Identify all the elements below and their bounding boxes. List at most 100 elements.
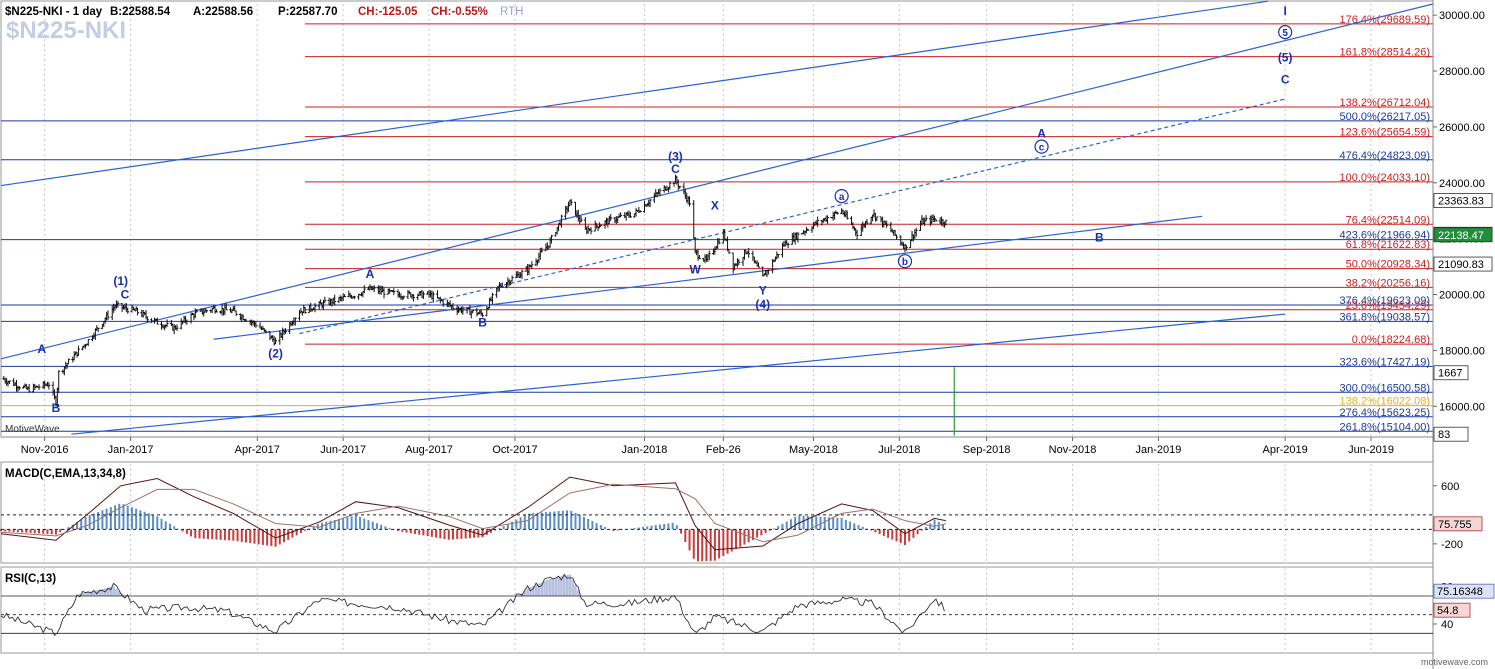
macd-histogram-bar	[671, 522, 674, 530]
symbol-watermark: $N225-NKI	[6, 17, 126, 44]
y-tick-label: 20000.00	[1439, 290, 1485, 302]
rsi-overbought-fill	[115, 588, 118, 596]
wave-label: b	[902, 257, 908, 268]
macd-histogram-bar	[25, 529, 28, 533]
macd-histogram-bar	[680, 529, 683, 534]
macd-histogram-bar	[587, 518, 590, 530]
wave-label: (2)	[268, 346, 283, 360]
macd-histogram-bar	[168, 523, 171, 530]
fib-level-label: 76.4%(22514.09)	[1346, 214, 1430, 226]
macd-histogram-bar	[422, 529, 425, 536]
macd-histogram-bar	[236, 529, 239, 542]
price-box-label: 22138.47	[1438, 230, 1484, 242]
macd-histogram-bar	[261, 529, 264, 545]
macd-histogram-bar	[232, 529, 235, 541]
macd-histogram-bar	[481, 529, 484, 538]
macd-histogram-bar	[895, 529, 898, 542]
macd-histogram-bar	[840, 518, 843, 530]
macd-histogram-bar	[473, 529, 476, 538]
macd-histogram-bar	[916, 529, 919, 535]
x-tick-label: Feb-26	[706, 444, 741, 456]
macd-histogram-bar	[764, 529, 767, 534]
macd-histogram-bar	[211, 529, 214, 540]
y-tick-label: 30000.00	[1439, 10, 1485, 22]
macd-histogram-bar	[878, 529, 881, 535]
macd-histogram-bar	[409, 529, 412, 534]
macd-histogram-bar	[663, 523, 666, 530]
macd-histogram-bar	[646, 526, 649, 530]
macd-histogram-bar	[215, 529, 218, 540]
y-tick-label: 24000.00	[1439, 178, 1485, 190]
macd-histogram-bar	[59, 529, 62, 533]
macd-histogram-bar	[591, 520, 594, 530]
macd-histogram-bar	[50, 529, 53, 535]
x-tick-label: Jul-2018	[878, 444, 920, 456]
macd-title: MACD(C,EMA,13,34,8)	[5, 468, 126, 480]
macd-histogram-bar	[105, 508, 108, 530]
wave-label: C	[671, 162, 680, 176]
macd-histogram-bar	[33, 529, 36, 534]
macd-histogram-bar	[739, 529, 742, 547]
macd-histogram-bar	[253, 529, 256, 544]
macd-histogram-bar	[337, 519, 340, 530]
fib-level-label: 161.8%(28514.26)	[1339, 47, 1430, 59]
macd-histogram-bar	[122, 504, 125, 530]
macd-histogram-bar	[553, 511, 556, 530]
price-box-label: 83	[1438, 429, 1450, 441]
x-tick-label: Nov-2018	[1049, 444, 1097, 456]
macd-histogram-bar	[84, 517, 87, 530]
wave-label: C	[1281, 72, 1290, 86]
macd-histogram-bar	[713, 529, 716, 561]
macd-histogram-bar	[156, 516, 159, 530]
price-box-label: 21090.83	[1438, 259, 1484, 271]
macd-value-label: 75.755	[1438, 519, 1472, 531]
rsi-overbought-fill	[112, 586, 115, 596]
rsi-overbought-fill	[84, 592, 87, 596]
macd-histogram-bar	[164, 521, 167, 530]
x-tick-label: Apr-2017	[235, 444, 280, 456]
fib-level-label: 138.2%(26712.04)	[1339, 97, 1430, 109]
macd-histogram-bar	[574, 512, 577, 530]
wave-label: A	[37, 342, 46, 356]
fib-level-label: 23.6%(19454.29)	[1346, 300, 1430, 312]
macd-histogram-bar	[249, 529, 252, 544]
macd-histogram-bar	[523, 515, 526, 530]
macd-histogram-bar	[375, 523, 378, 530]
macd-histogram-bar	[447, 529, 450, 540]
wave-label: B	[52, 401, 61, 415]
header-ask: A:22588.56	[193, 6, 253, 18]
macd-histogram-bar	[675, 525, 678, 530]
header-change: CH:-125.05	[358, 6, 418, 18]
x-tick-label: Jun-2017	[320, 444, 366, 456]
macd-histogram-bar	[367, 520, 370, 530]
macd-histogram-bar	[109, 507, 112, 530]
wave-label: B	[1095, 230, 1104, 244]
rsi-y-tick-label: 40	[1441, 619, 1453, 631]
y-tick-label: 18000.00	[1439, 345, 1485, 357]
x-tick-label: May-2018	[789, 444, 838, 456]
footer-brand: motivewave.com	[1421, 657, 1488, 667]
macd-histogram-bar	[874, 529, 877, 533]
wave-label: A	[1037, 127, 1046, 141]
macd-histogram-bar	[359, 516, 362, 530]
x-tick-label: Jun-2019	[1348, 444, 1394, 456]
macd-histogram-bar	[270, 529, 273, 547]
macd-histogram-bar	[794, 516, 797, 530]
rsi-overbought-fill	[557, 577, 560, 596]
macd-histogram-bar	[418, 529, 421, 535]
macd-histogram-bar	[152, 514, 155, 530]
y-tick-label: 28000.00	[1439, 66, 1485, 78]
macd-histogram-bar	[658, 524, 661, 530]
macd-histogram-bar	[401, 529, 404, 532]
x-tick-label: Nov-2016	[21, 444, 69, 456]
macd-histogram-bar	[342, 518, 345, 530]
fib-level-label: 0.0%(18224.68)	[1352, 334, 1430, 346]
wave-label: (4)	[755, 297, 770, 311]
fib-level-label: 500.0%(26217.05)	[1339, 111, 1430, 123]
macd-histogram-bar	[435, 529, 438, 538]
macd-histogram-bar	[16, 529, 19, 533]
macd-histogram-bar	[147, 513, 150, 530]
macd-histogram-bar	[439, 529, 442, 539]
x-tick-label: Jan-2017	[108, 444, 154, 456]
macd-histogram-bar	[667, 523, 670, 530]
